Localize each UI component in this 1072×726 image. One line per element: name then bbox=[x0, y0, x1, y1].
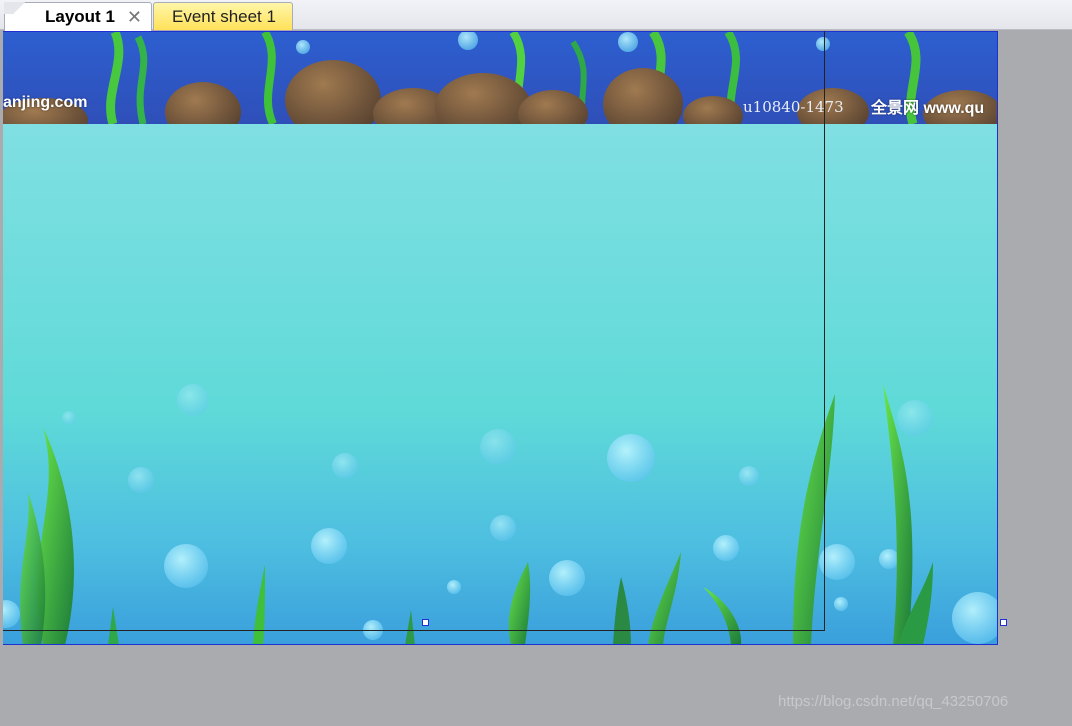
watermark-left: anjing.com bbox=[3, 94, 88, 111]
layout-canvas[interactable]: anjing.com u10840-1473 全景网 www.qu bbox=[3, 31, 998, 645]
document-tab-bar: Layout 1 ✕ Event sheet 1 bbox=[0, 0, 1072, 31]
layout-viewport[interactable]: anjing.com u10840-1473 全景网 www.qu bbox=[3, 31, 1072, 726]
credit-watermark: https://blog.csdn.net/qq_43250706 bbox=[778, 693, 1009, 710]
tab-layout-1-label: Layout 1 bbox=[45, 7, 115, 26]
resize-handle-bottom-right[interactable] bbox=[1000, 619, 1007, 626]
background-sprite[interactable] bbox=[3, 32, 997, 645]
resize-handle-bottom[interactable] bbox=[422, 619, 429, 626]
tab-event-sheet-1-label: Event sheet 1 bbox=[172, 6, 276, 26]
tab-event-sheet-1[interactable]: Event sheet 1 bbox=[153, 2, 293, 30]
close-icon[interactable]: ✕ bbox=[127, 7, 142, 28]
tab-layout-1[interactable]: Layout 1 ✕ bbox=[4, 2, 152, 31]
image-code: u10840-1473 bbox=[743, 98, 844, 116]
watermark-right: 全景网 www.qu bbox=[871, 100, 985, 117]
